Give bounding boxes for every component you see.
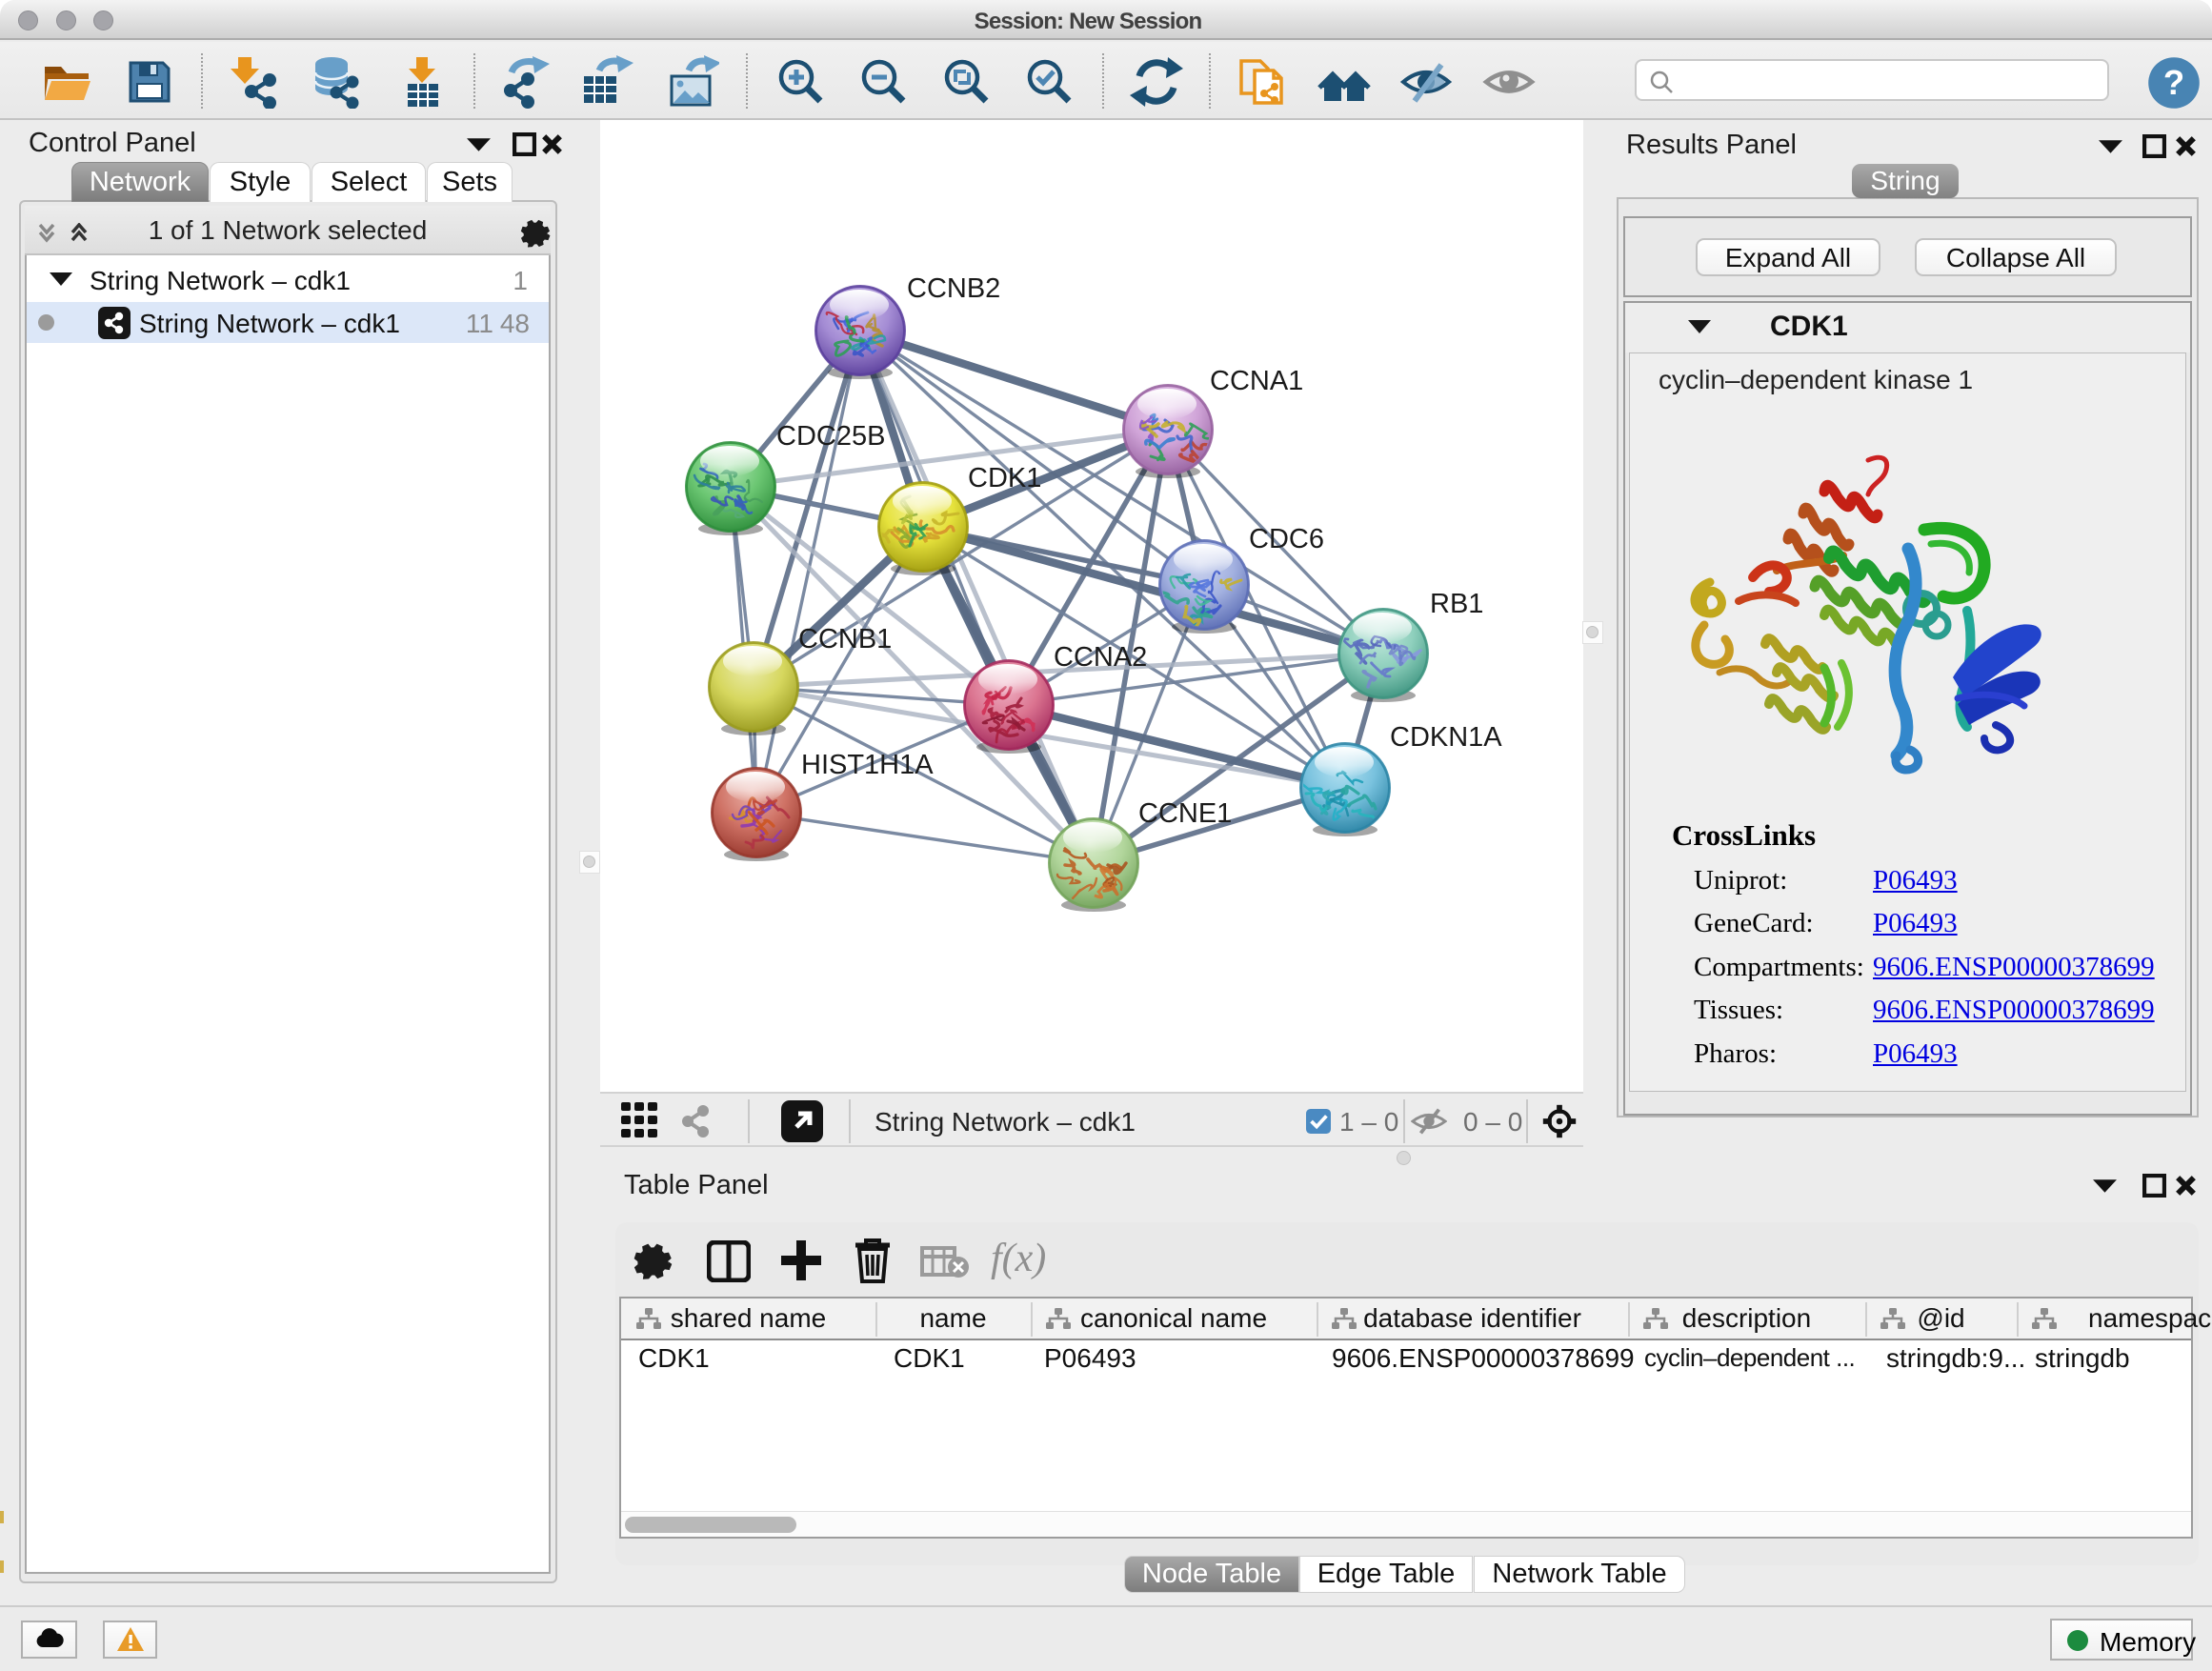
- svg-text:CDK1: CDK1: [968, 463, 1041, 493]
- svg-text:CDC25B: CDC25B: [776, 421, 885, 452]
- svg-text:CCNA2: CCNA2: [1054, 642, 1147, 673]
- svg-text:CDKN1A: CDKN1A: [1390, 722, 1502, 753]
- svg-text:CCNB1: CCNB1: [798, 624, 892, 654]
- svg-text:RB1: RB1: [1430, 589, 1483, 619]
- svg-text:CCNE1: CCNE1: [1138, 798, 1232, 829]
- svg-text:HIST1H1A: HIST1H1A: [801, 750, 934, 780]
- svg-text:?: ?: [2163, 63, 2184, 102]
- svg-text:CDC6: CDC6: [1249, 524, 1324, 554]
- svg-text:CCNA1: CCNA1: [1210, 366, 1303, 396]
- svg-text:CCNB2: CCNB2: [907, 273, 1000, 304]
